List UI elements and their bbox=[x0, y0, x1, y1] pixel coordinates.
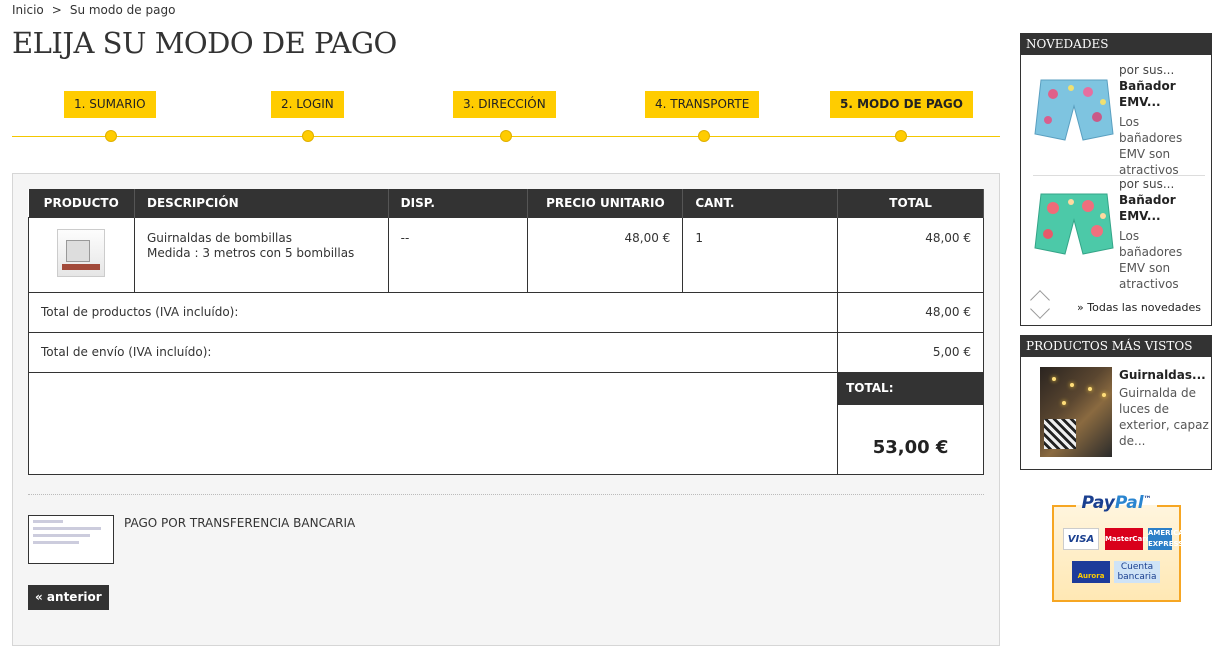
step-transporte[interactable]: 4. TRANSPORTE bbox=[645, 91, 760, 118]
product-quantity: 1 bbox=[682, 216, 839, 293]
string-lights-image[interactable] bbox=[1040, 367, 1112, 457]
step-login[interactable]: 2. LOGIN bbox=[271, 91, 344, 118]
step-sumario[interactable]: 1. SUMARIO bbox=[64, 91, 156, 118]
paypal-trademark: ™ bbox=[1143, 494, 1152, 504]
breadcrumb-home-link[interactable]: Inicio bbox=[12, 3, 44, 17]
product-thumbnail[interactable] bbox=[57, 228, 106, 277]
breadcrumb-separator: > bbox=[51, 3, 62, 17]
visa-icon: VISA bbox=[1063, 528, 1099, 550]
novedad-cut-text: por sus... bbox=[1119, 177, 1175, 191]
list-item: por sus... Bañador EMV... Los bañadores … bbox=[1033, 62, 1205, 178]
mas-vistos-block: PRODUCTOS MÁS VISTOS Guirnaldas... Guirn… bbox=[1020, 335, 1212, 470]
step-modo-de-pago: 5. MODO DE PAGO bbox=[830, 91, 973, 118]
product-name-link[interactable]: Guirnaldas de bombillas bbox=[147, 231, 376, 246]
product-total: 48,00 € bbox=[837, 216, 984, 293]
step-direccion[interactable]: 3. DIRECCIÓN bbox=[453, 91, 556, 118]
paypal-box: VISA MasterCard AMERICAN EXPRESS Aurora … bbox=[1052, 505, 1190, 602]
bank-account-icon: Cuenta bancaria bbox=[1114, 561, 1160, 583]
step-dot bbox=[500, 130, 512, 142]
mas-visto-description: Guirnalda de luces de exterior, capaz de… bbox=[1119, 386, 1209, 448]
grand-total-spacer bbox=[27, 371, 839, 475]
step-dot bbox=[895, 130, 907, 142]
paypal-title: PayPal™ bbox=[1052, 493, 1181, 513]
total-products-row: Total de productos (IVA incluído): 48,00… bbox=[27, 291, 984, 333]
novedad-text: por sus... Bañador EMV... Los bañadores … bbox=[1119, 176, 1205, 292]
previous-button[interactable]: « anterior bbox=[28, 585, 109, 610]
mastercard-icon: MasterCard bbox=[1105, 528, 1151, 550]
col-total: TOTAL bbox=[837, 189, 984, 217]
step-dot bbox=[302, 130, 314, 142]
product-image-cell bbox=[28, 216, 135, 293]
novedad-text: por sus... Bañador EMV... Los bañadores … bbox=[1119, 62, 1205, 178]
total-shipping-label: Total de envío (IVA incluído): bbox=[27, 331, 839, 373]
novedades-block: NOVEDADES por sus... Bañador EMV... Los … bbox=[1020, 33, 1212, 326]
total-products-label: Total de productos (IVA incluído): bbox=[27, 291, 839, 333]
table-header-row: PRODUCTO DESCRIPCIÓN DISP. PRECIO UNITAR… bbox=[28, 189, 984, 217]
col-cant: CANT. bbox=[682, 189, 839, 217]
step-dot bbox=[698, 130, 710, 142]
novedad-description: Los bañadores EMV son atractivos bbox=[1119, 229, 1183, 291]
paypal-title-pal: Pal bbox=[1114, 493, 1144, 513]
paypal-title-pay: Pay bbox=[1081, 493, 1115, 513]
total-shipping-row: Total de envío (IVA incluído): 5,00 € bbox=[27, 331, 984, 373]
product-description-cell: Guirnaldas de bombillas Medida : 3 metro… bbox=[133, 216, 389, 293]
total-products-value: 48,00 € bbox=[837, 291, 984, 333]
total-shipping-value: 5,00 € bbox=[837, 331, 984, 373]
product-unit-price: 48,00 € bbox=[527, 216, 684, 293]
step-dot bbox=[105, 130, 117, 142]
product-availability: -- bbox=[387, 216, 529, 293]
bank-transfer-thumbnail[interactable] bbox=[28, 515, 114, 564]
page-title: ELIJA SU MODO DE PAGO bbox=[12, 26, 397, 60]
mas-vistos-title: PRODUCTOS MÁS VISTOS bbox=[1021, 336, 1211, 357]
breadcrumb: Inicio > Su modo de pago bbox=[12, 3, 175, 17]
col-producto: PRODUCTO bbox=[28, 189, 135, 217]
list-item: por sus... Bañador EMV... Los bañadores … bbox=[1033, 175, 1205, 291]
checkout-steps: 1. SUMARIO 2. LOGIN 3. DIRECCIÓN 4. TRAN… bbox=[12, 86, 1000, 146]
divider bbox=[28, 494, 984, 495]
payment-panel: PRODUCTO DESCRIPCIÓN DISP. PRECIO UNITAR… bbox=[12, 173, 1000, 646]
product-attributes: Medida : 3 metros con 5 bombillas bbox=[146, 245, 355, 260]
grand-total-cell: TOTAL: 53,00 € bbox=[837, 371, 984, 475]
all-novedades-link[interactable]: » Todas las novedades bbox=[1077, 301, 1201, 314]
paypal-logo: VISA MasterCard AMERICAN EXPRESS Aurora … bbox=[1052, 493, 1190, 602]
col-precio-unitario: PRECIO UNITARIO bbox=[527, 189, 684, 217]
aurora-icon: Aurora bbox=[1072, 561, 1110, 583]
table-row: Guirnaldas de bombillas Medida : 3 metro… bbox=[28, 216, 984, 293]
bank-transfer-payment-link[interactable]: PAGO POR TRANSFERENCIA BANCARIA bbox=[124, 516, 355, 530]
grand-total-value: 53,00 € bbox=[872, 436, 949, 458]
novedad-title-link[interactable]: Bañador EMV... bbox=[1119, 78, 1205, 110]
novedad-cut-text: por sus... bbox=[1119, 63, 1175, 77]
novedad-title-link[interactable]: Bañador EMV... bbox=[1119, 192, 1205, 224]
cart-summary-table: PRODUCTO DESCRIPCIÓN DISP. PRECIO UNITAR… bbox=[27, 189, 984, 475]
swim-shorts-blue-image[interactable] bbox=[1033, 72, 1115, 150]
grand-total-label: TOTAL: bbox=[838, 372, 983, 405]
mas-visto-title-link[interactable]: Guirnaldas... bbox=[1119, 367, 1209, 383]
novedades-title[interactable]: NOVEDADES bbox=[1021, 34, 1211, 55]
breadcrumb-current: Su modo de pago bbox=[69, 3, 176, 17]
novedad-description: Los bañadores EMV son atractivos bbox=[1119, 115, 1183, 177]
swim-shorts-green-image[interactable] bbox=[1033, 186, 1115, 264]
amex-icon: AMERICAN EXPRESS bbox=[1148, 528, 1190, 550]
grand-total-row: TOTAL: 53,00 € bbox=[27, 371, 984, 475]
col-descripcion: DESCRIPCIÓN bbox=[134, 189, 389, 217]
mas-visto-text: Guirnaldas... Guirnalda de luces de exte… bbox=[1119, 367, 1209, 449]
col-disp: DISP. bbox=[388, 189, 529, 217]
